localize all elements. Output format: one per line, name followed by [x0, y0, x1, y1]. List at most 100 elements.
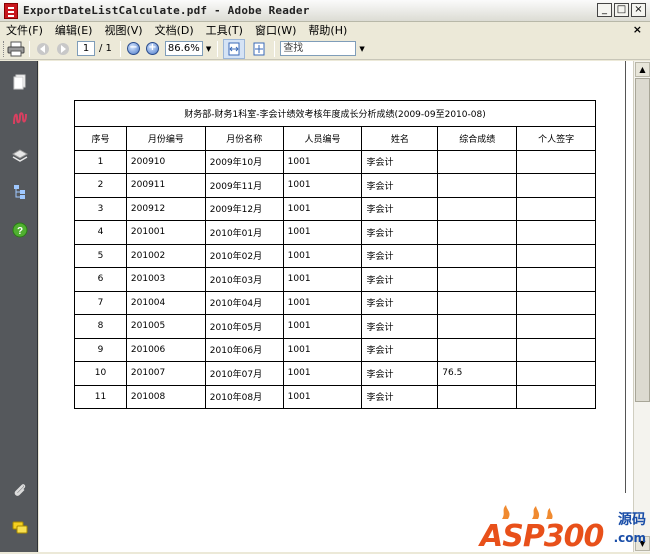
staff-id-cell: 1001: [282, 267, 363, 292]
month-name-cell: 2010年06月: [204, 337, 284, 362]
table-row: 8 201005 2010年05月 1001 李会计: [74, 314, 596, 339]
signatures-button[interactable]: [11, 109, 29, 127]
month-name-cell: 2009年11月: [204, 173, 284, 198]
zoom-input[interactable]: 86.6%: [164, 41, 203, 56]
search-dropdown-icon[interactable]: ▼: [359, 45, 364, 53]
table-row: 4 201001 2010年01月 1001 李会计: [74, 220, 596, 245]
staff-id-cell: 1001: [282, 196, 363, 221]
scroll-up-button[interactable]: ▲: [635, 62, 650, 77]
column-header: 序号: [74, 126, 127, 151]
row-number-cell: 5: [74, 243, 127, 268]
total-score-cell: [437, 290, 518, 315]
table-row: 11 201008 2010年08月 1001 李会计: [74, 384, 596, 409]
staff-id-cell: 1001: [282, 384, 363, 409]
page-number-input[interactable]: 1: [77, 41, 95, 56]
signature-cell: [516, 267, 596, 292]
menu-window[interactable]: 窗口(W): [255, 22, 296, 38]
menu-help[interactable]: 帮助(H): [308, 22, 347, 38]
page-edge: [625, 61, 626, 493]
row-number-cell: 7: [74, 290, 127, 315]
staff-name-cell: 李会计: [361, 384, 439, 409]
attachments-button[interactable]: [11, 481, 29, 499]
close-button[interactable]: ×: [631, 3, 646, 17]
zoom-in-button[interactable]: +: [145, 42, 159, 55]
total-score-cell: [437, 220, 518, 245]
help-button[interactable]: ?: [11, 221, 29, 239]
row-number-cell: 8: [74, 314, 127, 339]
minimize-button[interactable]: _: [597, 3, 612, 17]
fit-page-button[interactable]: [250, 40, 268, 58]
month-name-cell: 2009年12月: [204, 196, 284, 221]
comments-button[interactable]: [11, 519, 29, 537]
staff-name-cell: 李会计: [361, 173, 439, 198]
total-score-cell: [437, 337, 518, 362]
menu-bar: 文件(F) 编辑(E) 视图(V) 文档(D) 工具(T) 窗口(W) 帮助(H…: [0, 22, 650, 38]
column-header: 月份名称: [204, 126, 284, 151]
menu-view[interactable]: 视图(V): [104, 22, 142, 38]
menu-tools[interactable]: 工具(T): [206, 22, 243, 38]
signature-cell: [516, 384, 596, 409]
staff-name-cell: 李会计: [361, 290, 439, 315]
report-table: 财务部-财务1科室-李会计绩效考核年度成长分析成绩(2009-09至2010-0…: [74, 100, 596, 409]
table-row: 1 200910 2009年10月 1001 李会计: [74, 149, 596, 174]
zoom-out-button[interactable]: −: [126, 42, 140, 55]
total-score-cell: [437, 149, 518, 174]
pages-icon: [13, 74, 26, 90]
menu-document[interactable]: 文档(D): [155, 22, 194, 38]
pages-button[interactable]: [11, 73, 29, 91]
print-button[interactable]: [6, 40, 26, 58]
total-score-cell: 76.5: [437, 361, 518, 386]
header-row: 序号 月份编号 月份名称 人员编号 姓名 综合成绩 个人签字: [74, 126, 596, 151]
signature-cell: [516, 314, 596, 339]
month-name-cell: 2010年03月: [204, 267, 284, 292]
total-score-cell: [437, 314, 518, 339]
month-code-cell: 201002: [125, 243, 206, 268]
toolbar: 1 / 1 − + 86.6% ▼ 查找 ▼: [0, 38, 650, 60]
fit-width-icon: [228, 42, 240, 55]
month-code-cell: 200912: [125, 196, 206, 221]
column-header: 个人签字: [516, 126, 596, 151]
total-score-cell: [437, 267, 518, 292]
help-icon: ?: [12, 222, 28, 238]
month-code-cell: 201001: [125, 220, 206, 245]
search-input[interactable]: 查找: [280, 41, 357, 56]
layers-button[interactable]: [11, 147, 29, 165]
layers-icon: [12, 149, 28, 162]
row-number-cell: 4: [74, 220, 127, 245]
next-page-icon: [57, 42, 69, 55]
menu-file[interactable]: 文件(F): [6, 22, 43, 38]
month-code-cell: 200910: [125, 149, 206, 174]
month-code-cell: 201003: [125, 267, 206, 292]
month-name-cell: 2010年07月: [204, 361, 284, 386]
staff-name-cell: 李会计: [361, 243, 439, 268]
adobe-reader-icon: [4, 2, 18, 19]
table-row: 9 201006 2010年06月 1001 李会计: [74, 337, 596, 362]
scroll-thumb[interactable]: [635, 78, 650, 402]
signature-cell: [516, 173, 596, 198]
column-header: 姓名: [361, 126, 439, 151]
signature-cell: [516, 290, 596, 315]
signature-cell: [516, 361, 596, 386]
table-row: 6 201003 2010年03月 1001 李会计: [74, 267, 596, 292]
signature-cell: [516, 243, 596, 268]
fit-width-button[interactable]: [223, 38, 246, 59]
prev-page-icon: [37, 42, 49, 55]
staff-name-cell: 李会计: [361, 314, 439, 339]
next-page-button[interactable]: [53, 40, 73, 58]
toolbar-separator: [217, 40, 219, 57]
row-number-cell: 3: [74, 196, 127, 221]
zoom-dropdown-icon[interactable]: ▼: [206, 45, 211, 53]
vertical-scrollbar[interactable]: ▲ ▼: [633, 61, 650, 552]
table-row: 10 201007 2010年07月 1001 李会计 76.5: [74, 361, 596, 386]
maximize-button[interactable]: □: [614, 3, 629, 17]
attachments-icon: [14, 484, 26, 496]
close-document-icon[interactable]: ×: [633, 23, 642, 36]
model-tree-button[interactable]: [11, 183, 29, 201]
svg-text:?: ?: [17, 226, 23, 237]
table-row: 2 200911 2009年11月 1001 李会计: [74, 173, 596, 198]
staff-id-cell: 1001: [282, 173, 363, 198]
watermark-domain-text: .com: [613, 531, 646, 545]
menu-edit[interactable]: 编辑(E): [55, 22, 93, 38]
fit-page-icon: [253, 42, 265, 55]
prev-page-button[interactable]: [33, 40, 53, 58]
